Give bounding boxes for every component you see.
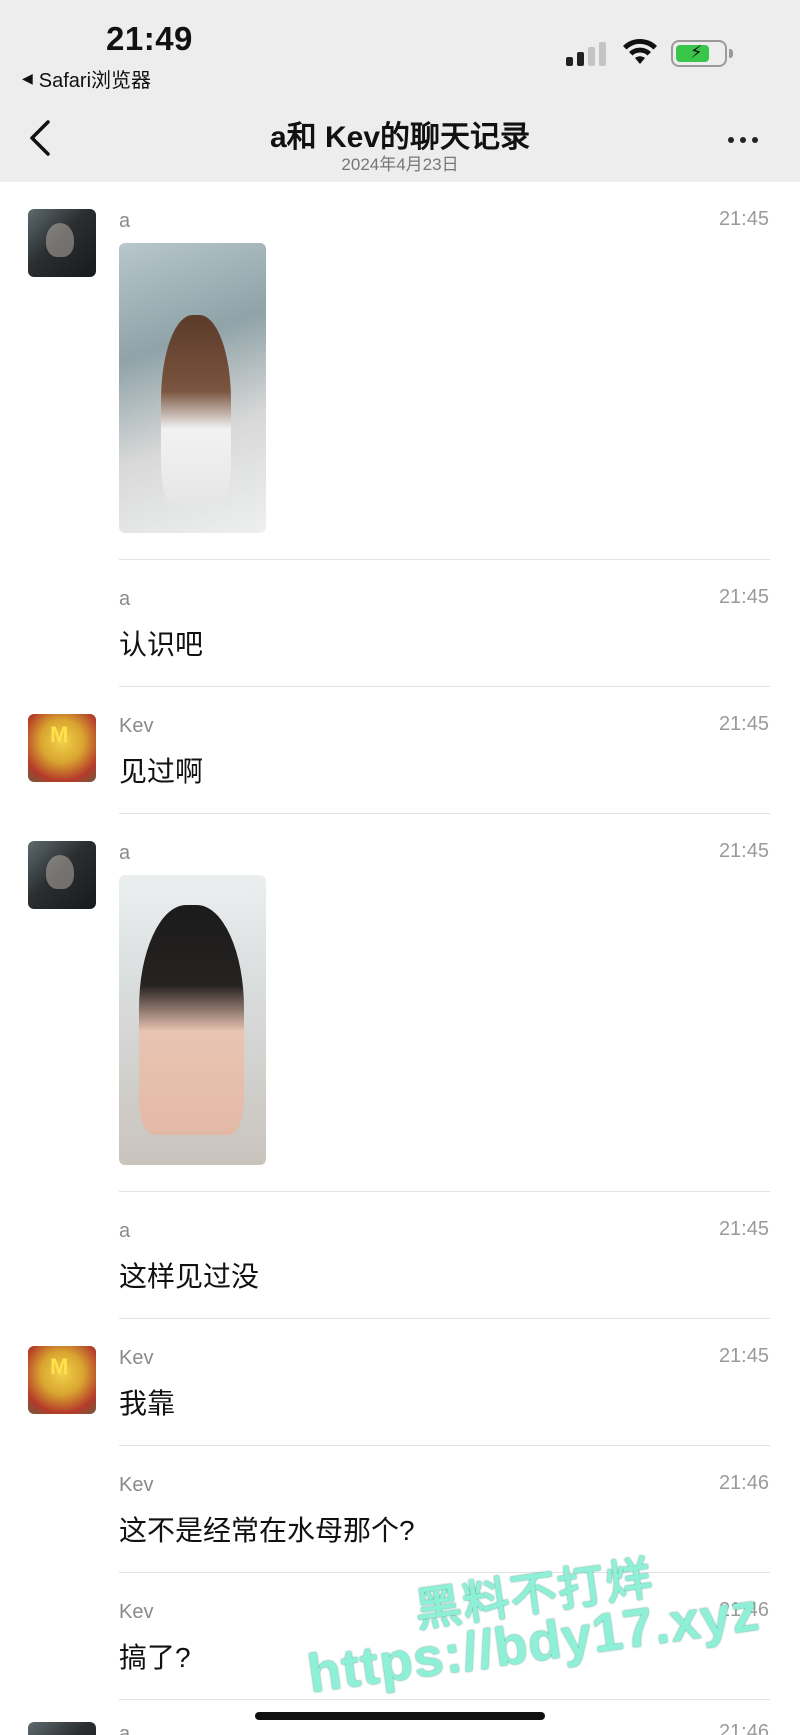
message-time: 21:45 (718, 1218, 769, 1240)
message-sender: a (119, 588, 131, 610)
message-time: 21:45 (718, 713, 769, 735)
message-time: 21:45 (718, 1345, 769, 1367)
divider (119, 1191, 770, 1192)
top-bar: 21:49 ◀ Safari浏览器 ⚡ a和 Kev的聊天记录 2024年4月2… (0, 0, 800, 182)
back-app-label: Safari浏览器 (38, 70, 152, 92)
status-time: 21:49 (106, 20, 193, 57)
message-time: 21:46 (718, 1721, 769, 1735)
a-avatar[interactable] (28, 1722, 96, 1735)
divider (119, 686, 770, 687)
message-time: 21:45 (718, 586, 769, 608)
message-text: 搞了? (119, 1642, 191, 1673)
message-sender: Kev (119, 715, 154, 737)
back-triangle-icon: ◀ (22, 70, 33, 86)
message-sender: Kev (119, 1347, 154, 1369)
message-text: 这样见过没 (119, 1261, 260, 1292)
charging-bolt-icon: ⚡ (690, 42, 703, 62)
message-sender: a (119, 1220, 131, 1242)
cellular-signal-icon (566, 40, 610, 66)
divider (119, 1445, 770, 1446)
page-date: 2024年4月23日 (341, 155, 459, 174)
wifi-icon (623, 38, 657, 64)
home-indicator[interactable] (255, 1712, 545, 1720)
divider (119, 813, 770, 814)
message-text: 这不是经常在水母那个? (119, 1515, 415, 1546)
kev-avatar[interactable] (28, 1346, 96, 1414)
back-to-app-link[interactable]: ◀ Safari浏览器 (22, 64, 151, 93)
divider (119, 1318, 770, 1319)
a-avatar[interactable] (28, 209, 96, 277)
message-text: 见过啊 (119, 756, 204, 787)
divider (119, 559, 770, 560)
message-photo[interactable] (119, 875, 266, 1165)
message-sender: Kev (119, 1601, 154, 1623)
message-text: 认识吧 (119, 629, 204, 660)
message-text: 我靠 (119, 1388, 176, 1419)
chat-message: a 21:46 (0, 1718, 800, 1735)
a-avatar[interactable] (28, 841, 96, 909)
message-time: 21:46 (718, 1472, 769, 1494)
message-sender: a (119, 842, 131, 864)
message-sender: Kev (119, 1474, 154, 1496)
message-time: 21:45 (718, 840, 769, 862)
message-sender: a (119, 1723, 131, 1735)
divider (119, 1699, 770, 1700)
message-time: 21:45 (718, 208, 769, 230)
kev-avatar[interactable] (28, 714, 96, 782)
message-photo[interactable] (119, 243, 266, 533)
more-options-icon[interactable] (728, 130, 768, 150)
battery-icon: ⚡ (671, 40, 733, 67)
message-sender: a (119, 210, 131, 232)
